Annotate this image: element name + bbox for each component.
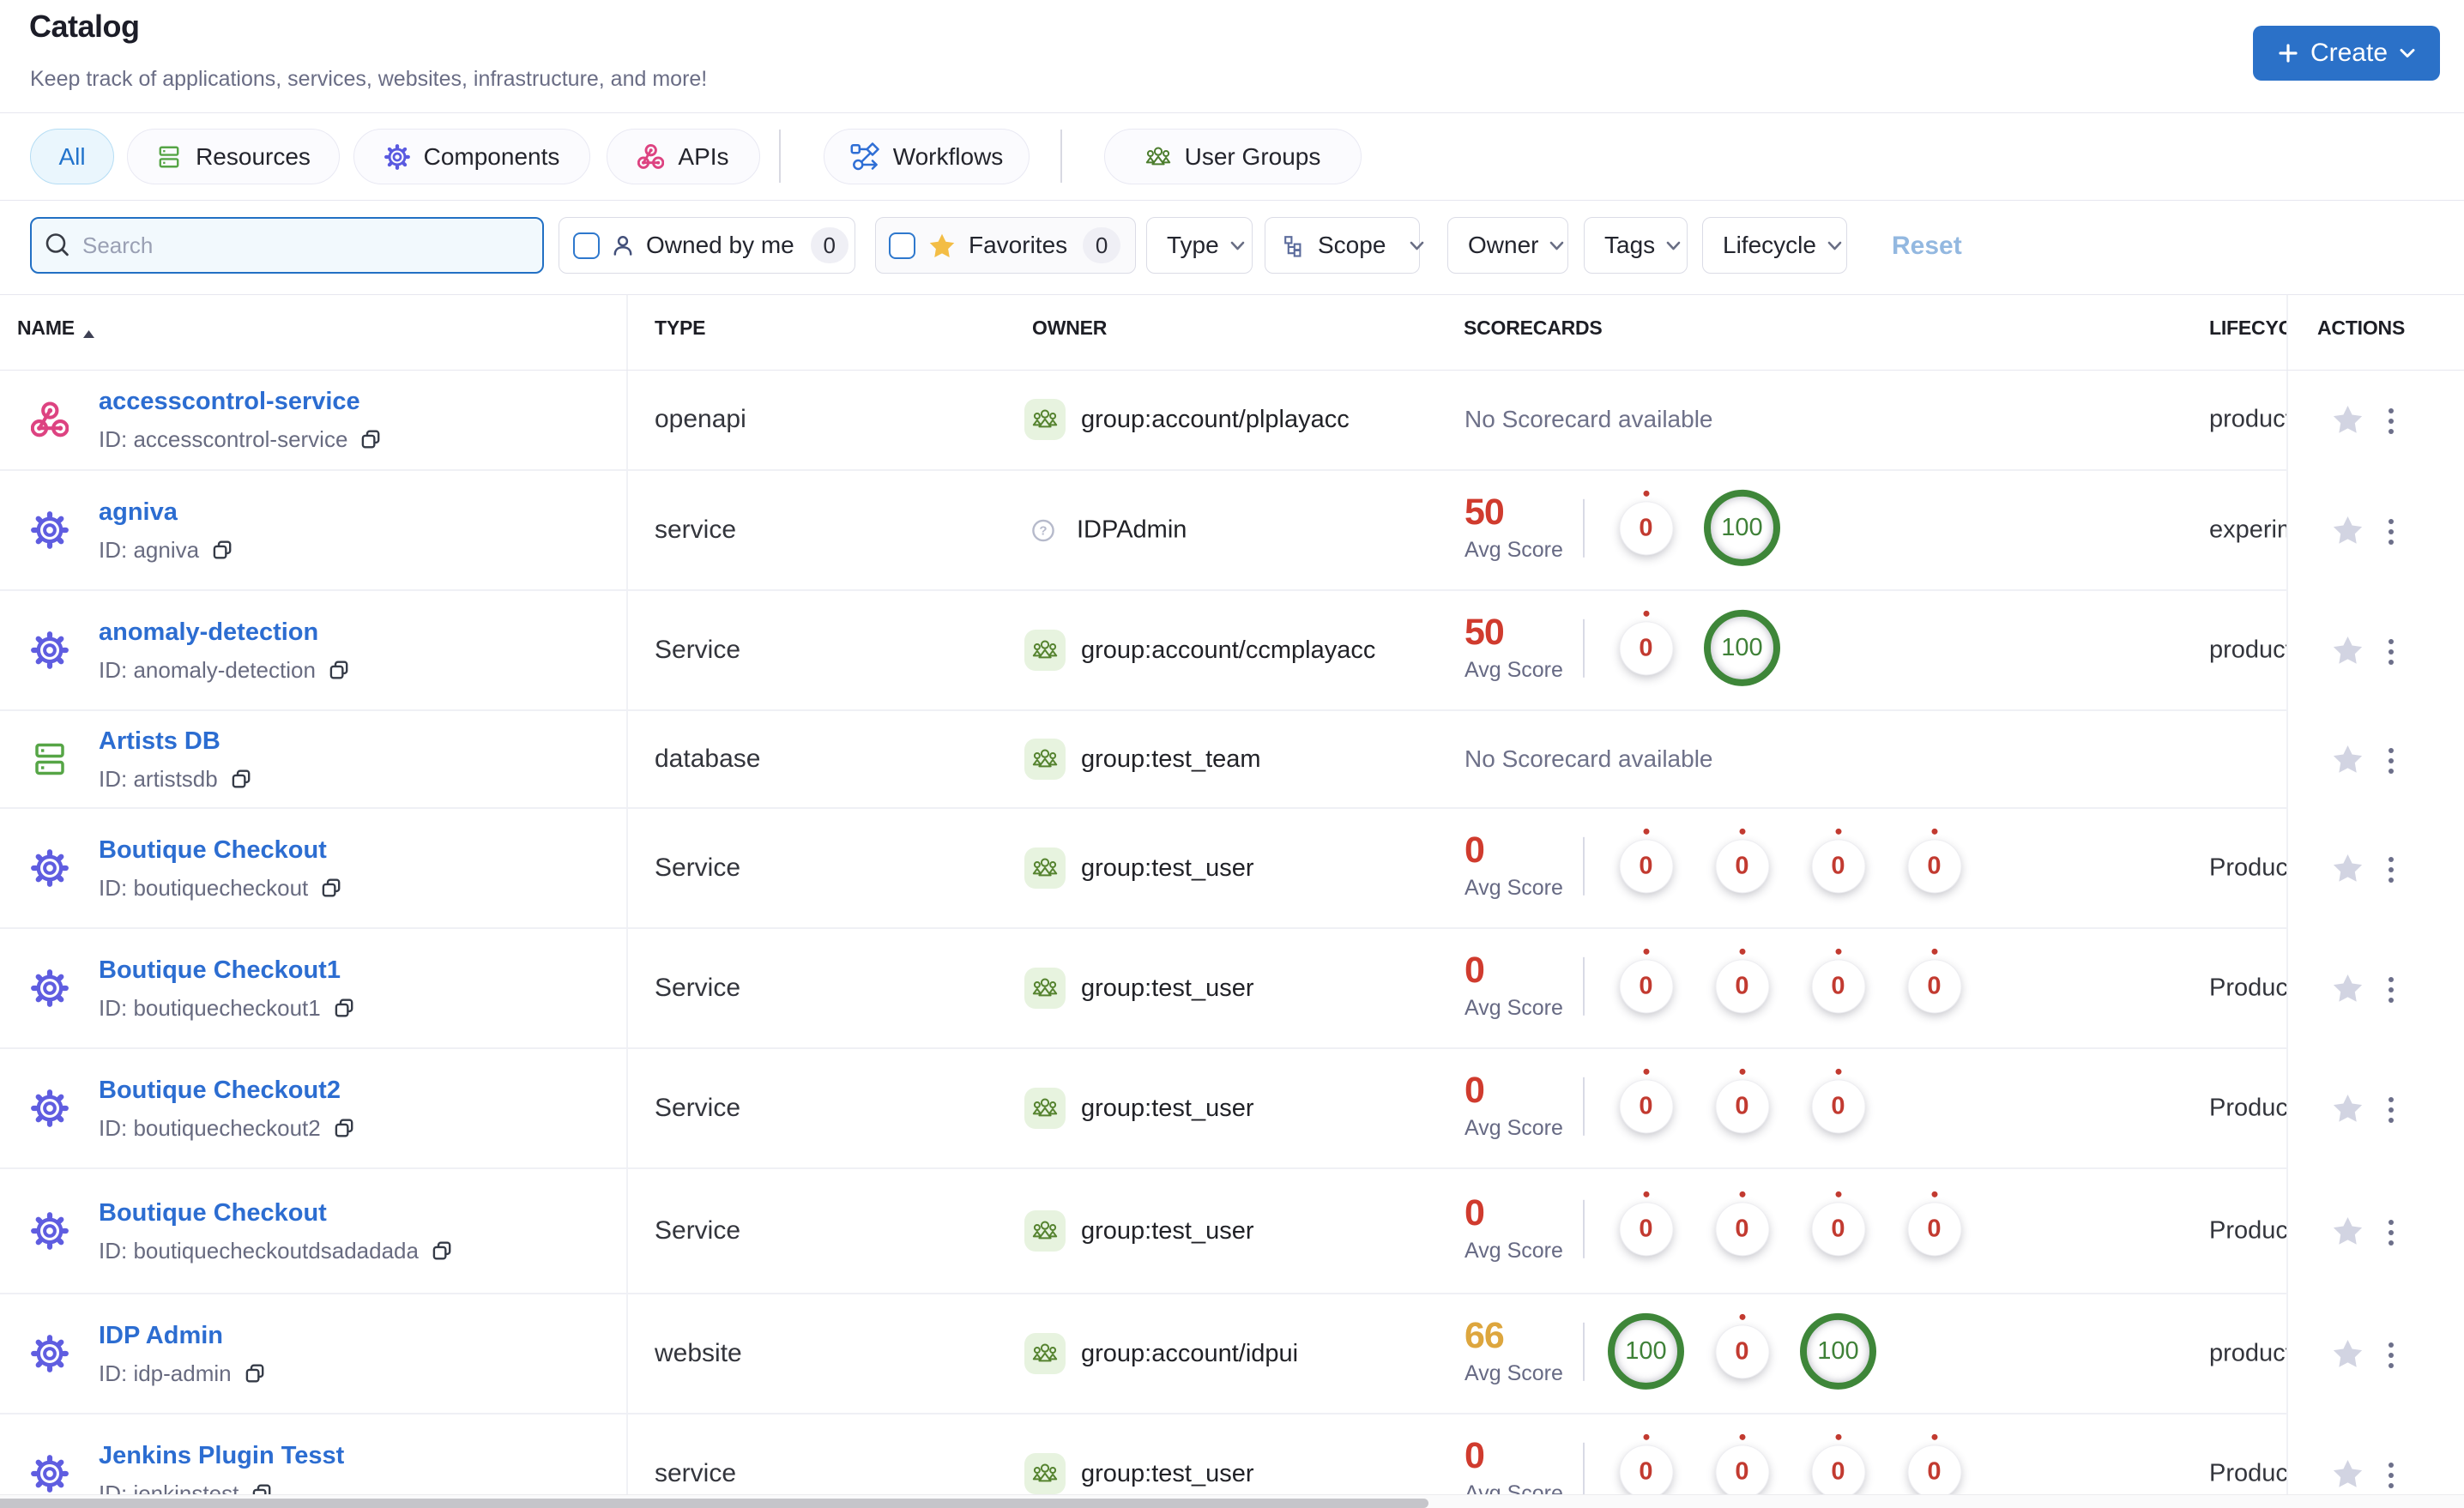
svg-text:?: ? — [1039, 523, 1047, 538]
